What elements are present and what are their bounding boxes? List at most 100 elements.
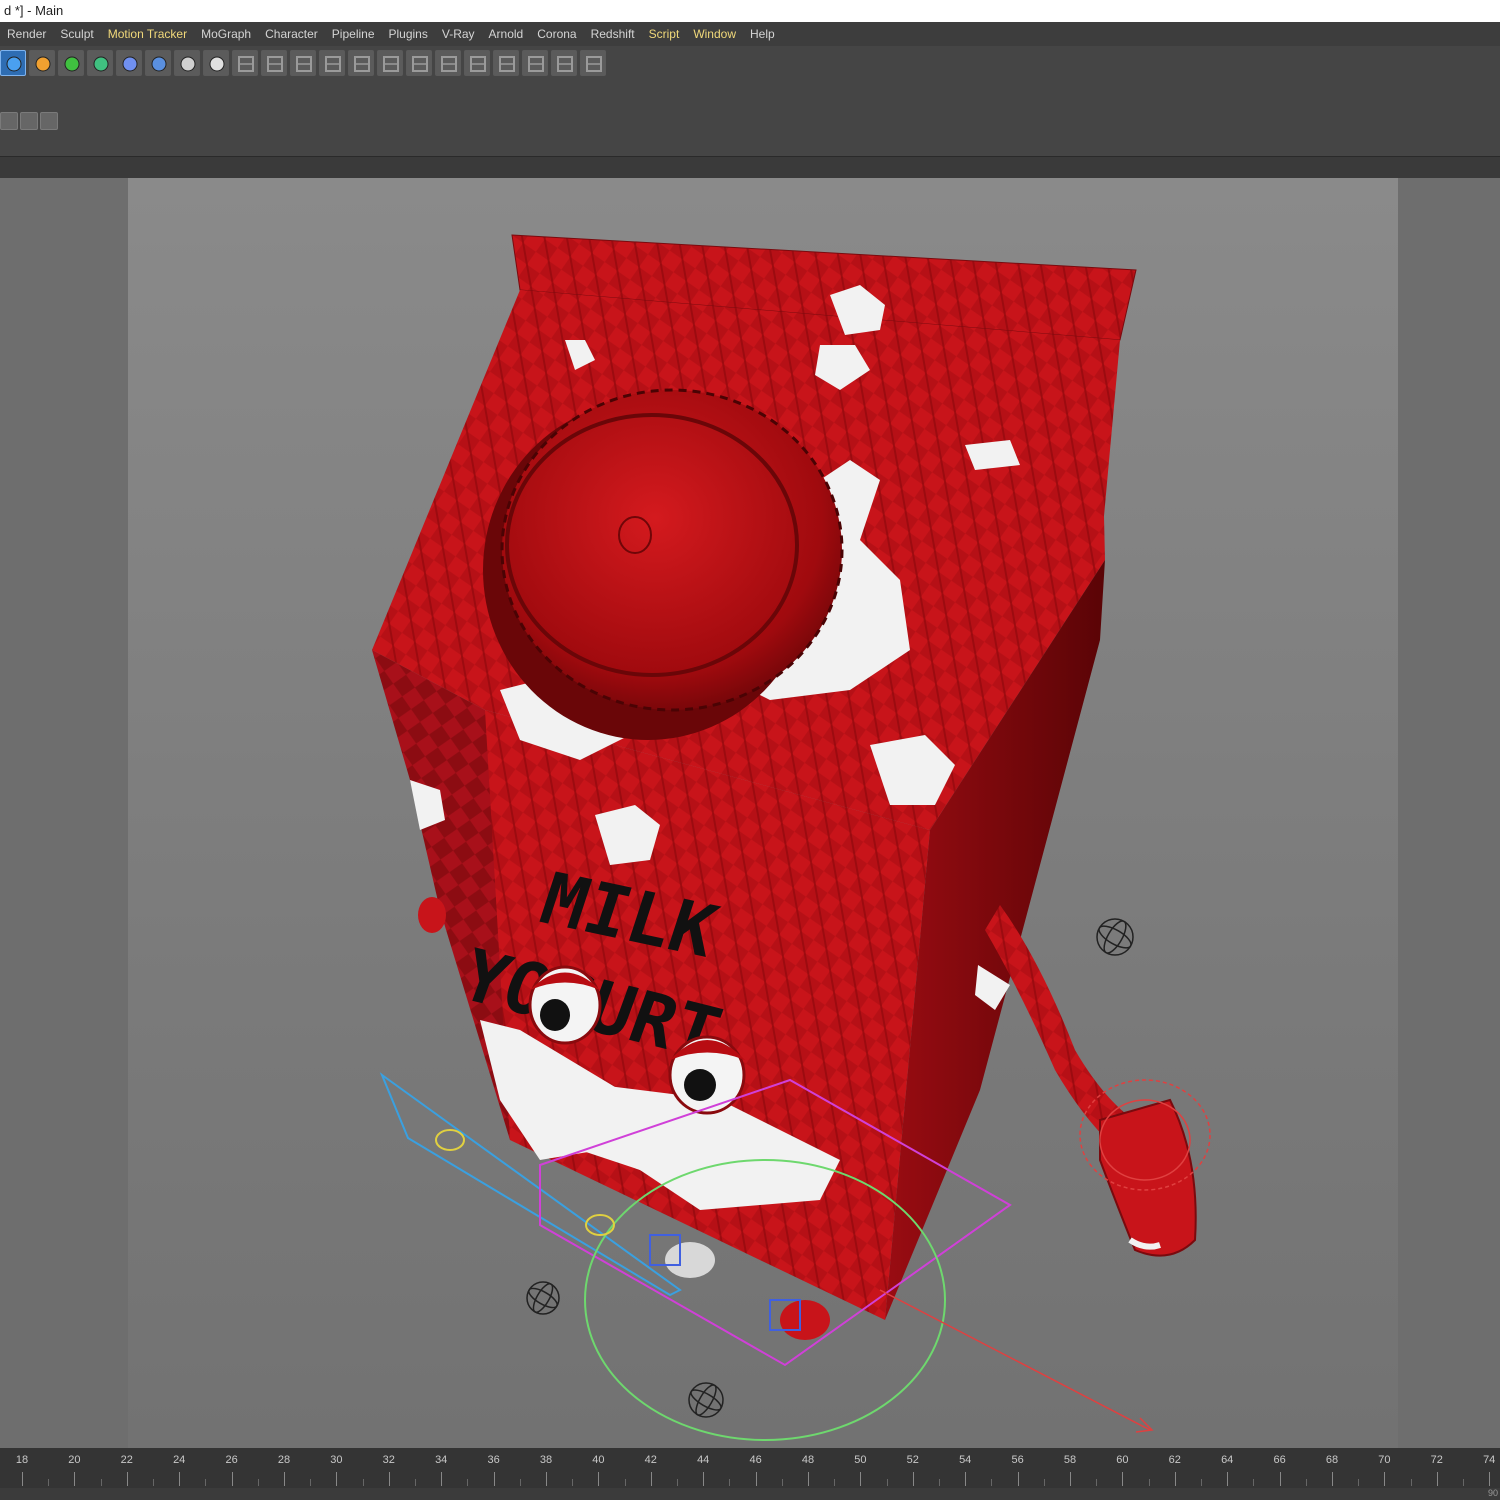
- timeline-ruler[interactable]: 18 20 22 24 26 28 30 32 34 36 38 40 42 44 46 48 50 52 54 56…: [0, 1448, 1500, 1488]
- timeline-minor-tick: [362, 1479, 364, 1486]
- timeline-tick: [1384, 1472, 1386, 1486]
- pen-icon[interactable]: [29, 50, 55, 76]
- timeline-frame-label: 74: [1483, 1454, 1496, 1466]
- right-foot[interactable]: [780, 1300, 830, 1340]
- timeline-frame-label: 20: [68, 1454, 81, 1466]
- scene-svg[interactable]: MILK YOGURT: [0, 178, 1500, 1448]
- timeline-tick: [755, 1472, 757, 1486]
- menu-window[interactable]: Window: [686, 27, 743, 41]
- menu-arnold[interactable]: Arnold: [482, 27, 531, 41]
- timeline-tick: [598, 1472, 600, 1486]
- heel-control-left: [435, 1129, 465, 1151]
- timeline-frame-label: 50: [854, 1454, 867, 1466]
- menu-plugins[interactable]: Plugins: [382, 27, 435, 41]
- timeline-frame-label: 56: [1011, 1454, 1024, 1466]
- timeline-frame-label: 72: [1430, 1454, 1443, 1466]
- right-eye[interactable]: [668, 1035, 746, 1115]
- timeline-frame-label: 48: [801, 1454, 815, 1466]
- menu-pipeline[interactable]: Pipeline: [325, 27, 382, 41]
- lock-icon[interactable]: [0, 112, 18, 130]
- timeline-frame-label: 64: [1221, 1454, 1234, 1466]
- timeline-frame-label: 68: [1325, 1454, 1339, 1466]
- floor-icon[interactable]: [145, 50, 171, 76]
- menu-corona[interactable]: Corona: [530, 27, 583, 41]
- timeline-frame-label: 36: [487, 1454, 500, 1466]
- left-foot[interactable]: [665, 1242, 715, 1278]
- timeline-frame-label: 70: [1378, 1454, 1391, 1466]
- timeline-tick: [22, 1472, 23, 1486]
- timeline-minor-tick: [1358, 1479, 1360, 1486]
- timeline-frame-label: 30: [330, 1454, 343, 1466]
- timeline-minor-tick: [1410, 1479, 1412, 1486]
- timeline-tick: [965, 1472, 967, 1486]
- timeline-frame-label: 28: [277, 1454, 291, 1466]
- cloner-icon[interactable]: [87, 50, 113, 76]
- timeline-minor-tick: [153, 1479, 154, 1486]
- menu-mograph[interactable]: MoGraph: [194, 27, 258, 41]
- solo-icon[interactable]: [40, 112, 58, 130]
- timeline-minor-tick: [48, 1479, 50, 1486]
- timeline-minor-tick: [991, 1479, 993, 1486]
- timeline-tick: [703, 1472, 705, 1486]
- timeline-frame-label: 62: [1168, 1454, 1181, 1466]
- timeline-tick: [1436, 1472, 1438, 1486]
- camera-icon[interactable]: [174, 50, 200, 76]
- snap-icon[interactable]: [464, 50, 490, 76]
- symmetry-icon[interactable]: [232, 50, 258, 76]
- timeline-minor-tick: [1096, 1479, 1098, 1486]
- array-icon[interactable]: [551, 50, 577, 76]
- instance-icon[interactable]: [435, 50, 461, 76]
- timeline-tick: [1122, 1472, 1124, 1486]
- timeline-minor-tick: [310, 1479, 312, 1486]
- menu-sculpt[interactable]: Sculpt: [53, 27, 100, 41]
- secondary-tool-row: [0, 112, 60, 132]
- sphere-icon[interactable]: [20, 112, 38, 130]
- light-icon[interactable]: [203, 50, 229, 76]
- toolbar: [0, 46, 1500, 156]
- workplane-icon[interactable]: [493, 50, 519, 76]
- timeline-frame-label: 46: [749, 1454, 762, 1466]
- ik-icon[interactable]: [377, 50, 403, 76]
- timeline[interactable]: 18 20 22 24 26 28 30 32 34 36 38 40 42 44 46 48 50 52 54 56…: [0, 1448, 1500, 1500]
- timeline-minor-tick: [1305, 1479, 1307, 1486]
- menu-motion-tracker[interactable]: Motion Tracker: [101, 27, 194, 41]
- menu-render[interactable]: Render: [0, 27, 53, 41]
- timeline-frame-label: 52: [906, 1454, 919, 1466]
- timeline-frame-label: 34: [435, 1454, 448, 1466]
- timeline-tick: [284, 1472, 285, 1486]
- connect-icon[interactable]: [406, 50, 432, 76]
- matrix-icon[interactable]: [580, 50, 606, 76]
- joint-icon[interactable]: [348, 50, 374, 76]
- menu-bar: Render Sculpt Motion Tracker MoGraph Charact…: [0, 22, 1500, 46]
- timeline-frame-label: 44: [697, 1454, 710, 1466]
- deformer-icon[interactable]: [116, 50, 142, 76]
- subdivision-icon[interactable]: [58, 50, 84, 76]
- menu-v-ray[interactable]: V-Ray: [435, 27, 482, 41]
- menu-script[interactable]: Script: [642, 27, 687, 41]
- boole-icon[interactable]: [261, 50, 287, 76]
- timeline-frame-label: 24: [173, 1454, 186, 1466]
- left-eye[interactable]: [528, 965, 602, 1045]
- x-axis-line: [879, 1289, 1151, 1431]
- timeline-tick: [388, 1472, 390, 1486]
- timeline-frame-label: 40: [592, 1454, 605, 1466]
- left-arm[interactable]: [418, 897, 446, 933]
- menu-redshift[interactable]: Redshift: [584, 27, 642, 41]
- sweep-icon[interactable]: [319, 50, 345, 76]
- timeline-frame-label: 54: [959, 1454, 972, 1466]
- grid-icon[interactable]: [522, 50, 548, 76]
- timeline-tick: [493, 1472, 495, 1486]
- polygon-icon[interactable]: [290, 50, 316, 76]
- timeline-tick: [808, 1472, 809, 1486]
- timeline-tick: [1227, 1472, 1229, 1486]
- timeline-tick: [179, 1472, 181, 1486]
- timeline-minor-tick: [519, 1479, 521, 1486]
- timeline-minor-tick: [572, 1479, 574, 1486]
- timeline-minor-tick: [939, 1479, 940, 1486]
- menu-help[interactable]: Help: [743, 27, 782, 41]
- null-gizmo-3: [688, 1382, 724, 1418]
- menu-character[interactable]: Character: [258, 27, 325, 41]
- cube-icon[interactable]: [0, 50, 26, 76]
- timeline-track: [0, 1488, 1500, 1500]
- viewport[interactable]: MILK YOGURT: [0, 178, 1500, 1448]
